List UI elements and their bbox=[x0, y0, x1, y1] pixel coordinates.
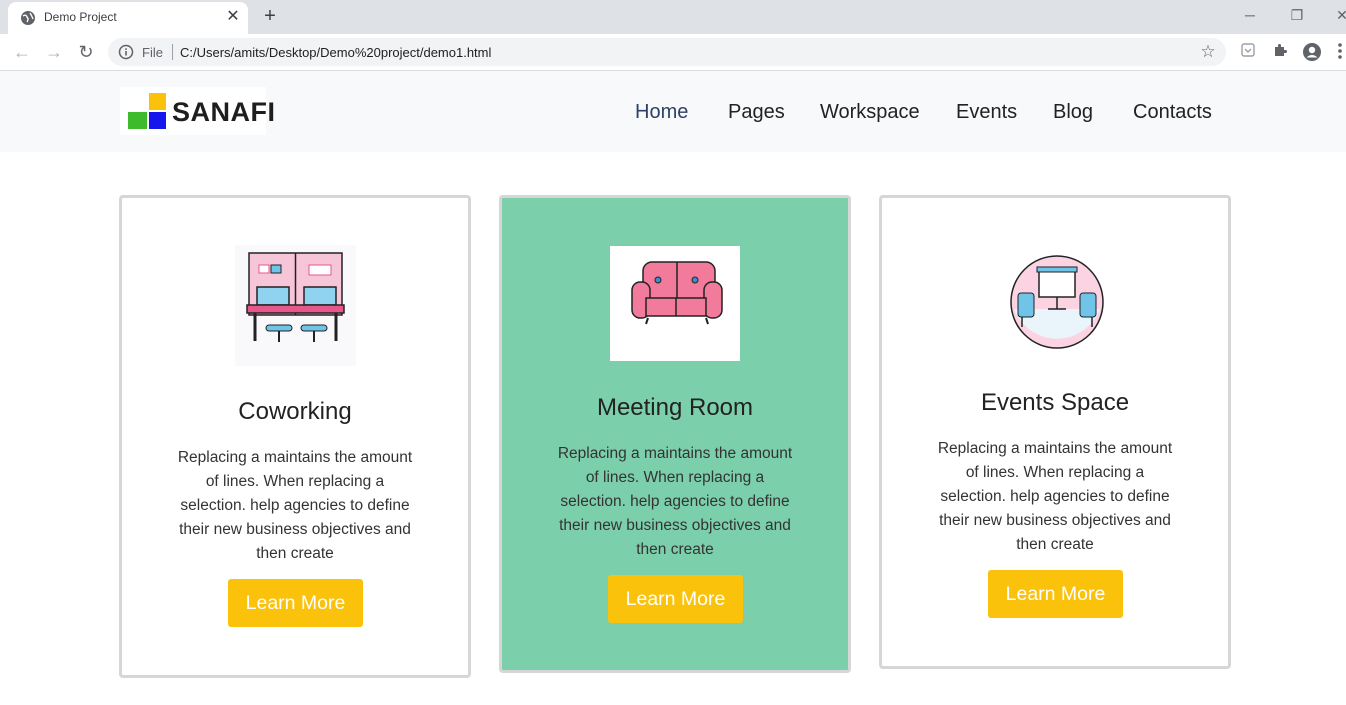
bookmark-star-icon[interactable]: ☆ bbox=[1198, 42, 1218, 62]
browser-tab[interactable]: Demo Project ✕ bbox=[8, 2, 248, 34]
nav-blog[interactable]: Blog bbox=[1053, 101, 1093, 124]
meeting-room-card: Meeting Room Replacing a maintains the a… bbox=[499, 195, 851, 673]
address-divider bbox=[172, 44, 173, 60]
card-description: Replacing a maintains the amount of line… bbox=[552, 442, 798, 562]
card-text-line: selection. help agencies to define bbox=[940, 488, 1170, 505]
card-text-line: of lines. When replacing a bbox=[965, 464, 1145, 481]
back-arrow-icon[interactable]: ← bbox=[10, 40, 34, 64]
card-title: Coworking bbox=[238, 398, 352, 425]
card-text-line: then create bbox=[636, 541, 714, 558]
profile-avatar-icon[interactable] bbox=[1302, 42, 1322, 62]
url-text[interactable]: C:/Users/amits/Desktop/Demo%20project/de… bbox=[180, 45, 491, 60]
card-text-line: their new business objectives and bbox=[559, 517, 791, 534]
logo-square-green bbox=[128, 112, 147, 129]
forward-arrow-icon[interactable]: → bbox=[42, 40, 66, 64]
logo-square-blue bbox=[149, 112, 166, 129]
card-text-line: Replacing a maintains the amount bbox=[937, 440, 1173, 457]
sofa-icon bbox=[610, 246, 740, 361]
card-text-line: selection. help agencies to define bbox=[560, 493, 790, 510]
coworking-desk-icon bbox=[235, 245, 356, 366]
nav-home[interactable]: Home bbox=[635, 101, 688, 124]
logo-text: SANAFI bbox=[172, 97, 276, 127]
card-title: Events Space bbox=[980, 389, 1130, 416]
restore-button[interactable]: ❐ bbox=[1283, 4, 1311, 26]
learn-more-button[interactable]: Learn More bbox=[988, 570, 1123, 618]
puzzle-extensions-icon[interactable] bbox=[1270, 42, 1290, 62]
card-title: Meeting Room bbox=[596, 394, 754, 421]
tab-close-icon[interactable]: ✕ bbox=[224, 8, 242, 26]
extension-icon[interactable] bbox=[1238, 42, 1258, 62]
card-text-line: of lines. When replacing a bbox=[585, 469, 765, 486]
card-text-line: Replacing a maintains the amount bbox=[557, 445, 793, 462]
logo-square-yellow bbox=[149, 93, 166, 110]
new-tab-button[interactable]: + bbox=[258, 5, 282, 29]
close-window-button[interactable]: ✕ bbox=[1328, 4, 1346, 26]
card-text-line: then create bbox=[256, 545, 334, 562]
address-bar[interactable]: File C:/Users/amits/Desktop/Demo%20proje… bbox=[108, 38, 1226, 66]
learn-more-button[interactable]: Learn More bbox=[228, 579, 363, 627]
browser-tab-strip: Demo Project ✕ + ─ ❐ ✕ bbox=[0, 0, 1346, 34]
file-scheme-label: File bbox=[142, 45, 163, 60]
minimize-button[interactable]: ─ bbox=[1236, 4, 1264, 26]
card-text-line: of lines. When replacing a bbox=[205, 473, 385, 490]
site-header: SANAFI Home Pages Workspace Events Blog … bbox=[0, 71, 1346, 152]
card-text-line: selection. help agencies to define bbox=[180, 497, 410, 514]
presentation-room-icon bbox=[1008, 253, 1106, 351]
nav-workspace[interactable]: Workspace bbox=[820, 101, 920, 124]
globe-icon bbox=[20, 10, 36, 26]
nav-pages[interactable]: Pages bbox=[728, 101, 785, 124]
nav-events[interactable]: Events bbox=[956, 101, 1017, 124]
nav-contacts[interactable]: Contacts bbox=[1133, 101, 1212, 124]
card-text-line: then create bbox=[1016, 536, 1094, 553]
reload-icon[interactable]: ↻ bbox=[74, 40, 98, 64]
events-space-card: Events Space Replacing a maintains the a… bbox=[879, 195, 1231, 669]
browser-toolbar: ← → ↻ File C:/Users/amits/Desktop/Demo%2… bbox=[0, 34, 1346, 71]
more-menu-icon[interactable] bbox=[1334, 42, 1346, 62]
coworking-card: Coworking Replacing a maintains the amou… bbox=[119, 195, 471, 678]
info-icon[interactable] bbox=[118, 44, 134, 60]
learn-more-button[interactable]: Learn More bbox=[608, 575, 743, 623]
site-logo[interactable]: SANAFI bbox=[120, 87, 275, 135]
card-text-line: their new business objectives and bbox=[179, 521, 411, 538]
card-description: Replacing a maintains the amount of line… bbox=[932, 437, 1178, 557]
card-text-line: their new business objectives and bbox=[939, 512, 1171, 529]
card-text-line: Replacing a maintains the amount bbox=[177, 449, 413, 466]
card-description: Replacing a maintains the amount of line… bbox=[172, 446, 418, 566]
tab-title: Demo Project bbox=[44, 10, 117, 24]
